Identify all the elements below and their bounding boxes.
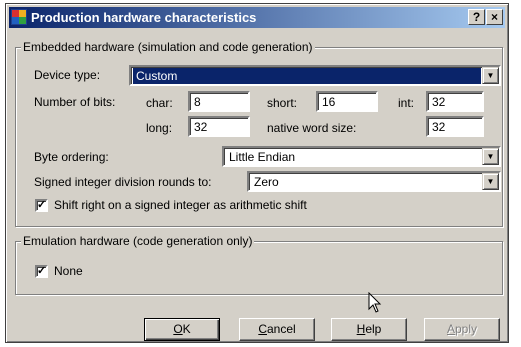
apply-mnemonic: A xyxy=(446,322,455,336)
int-label: int: xyxy=(398,96,415,110)
mouse-pointer-icon xyxy=(368,292,382,313)
embedded-hardware-legend: Embedded hardware (simulation and code g… xyxy=(21,40,315,54)
help-title-button[interactable]: ? xyxy=(468,9,485,25)
device-type-label: Device type: xyxy=(34,68,101,82)
device-type-select[interactable]: Custom ▼ xyxy=(129,65,501,86)
native-word-size-label: native word size: xyxy=(267,121,357,135)
number-of-bits-label: Number of bits: xyxy=(34,95,116,109)
byte-ordering-value: Little Endian xyxy=(229,150,296,164)
division-rounding-value: Zero xyxy=(254,175,279,189)
title-bar[interactable]: Production hardware characteristics ? × xyxy=(9,7,505,28)
chevron-down-icon[interactable]: ▼ xyxy=(482,148,499,165)
chevron-down-icon[interactable]: ▼ xyxy=(482,67,499,84)
cancel-label: ancel xyxy=(266,322,296,336)
division-rounding-label: Signed integer division rounds to: xyxy=(34,175,212,189)
close-button[interactable]: × xyxy=(486,9,503,25)
long-bits-field[interactable]: 32 xyxy=(188,116,250,137)
cancel-mnemonic: C xyxy=(258,322,267,336)
help-button[interactable]: Help xyxy=(331,318,407,341)
emulation-none-label: None xyxy=(54,264,83,278)
chevron-down-icon[interactable]: ▼ xyxy=(482,173,499,190)
emulation-hardware-legend: Emulation hardware (code generation only… xyxy=(21,234,255,248)
apply-button[interactable]: Apply xyxy=(424,318,500,341)
int-bits-field[interactable]: 32 xyxy=(426,91,484,112)
dialog-window: Production hardware characteristics ? × … xyxy=(5,3,509,343)
shift-right-label: Shift right on a signed integer as arith… xyxy=(54,198,307,212)
emulation-hardware-group: Emulation hardware (code generation only… xyxy=(15,234,503,295)
division-rounding-select[interactable]: Zero ▼ xyxy=(247,171,501,192)
apply-label: pply xyxy=(455,322,478,336)
shift-right-checkbox[interactable]: ✓ xyxy=(35,199,48,212)
byte-ordering-label: Byte ordering: xyxy=(34,150,109,164)
help-label: elp xyxy=(365,322,382,336)
short-label: short: xyxy=(267,96,298,110)
ok-button[interactable]: OK xyxy=(144,318,220,341)
native-word-size-field[interactable]: 32 xyxy=(426,116,484,137)
ok-mnemonic: O xyxy=(173,322,183,336)
short-bits-field[interactable]: 16 xyxy=(316,91,378,112)
long-label: long: xyxy=(146,121,173,135)
window-title: Production hardware characteristics xyxy=(31,10,257,25)
char-bits-field[interactable]: 8 xyxy=(188,91,250,112)
device-type-value: Custom xyxy=(133,68,481,84)
app-icon xyxy=(11,9,27,25)
cancel-button[interactable]: Cancel xyxy=(239,318,315,341)
byte-ordering-select[interactable]: Little Endian ▼ xyxy=(222,146,501,167)
char-label: char: xyxy=(146,96,173,110)
ok-label: K xyxy=(182,322,191,336)
emulation-none-checkbox[interactable]: ✓ xyxy=(35,265,48,278)
